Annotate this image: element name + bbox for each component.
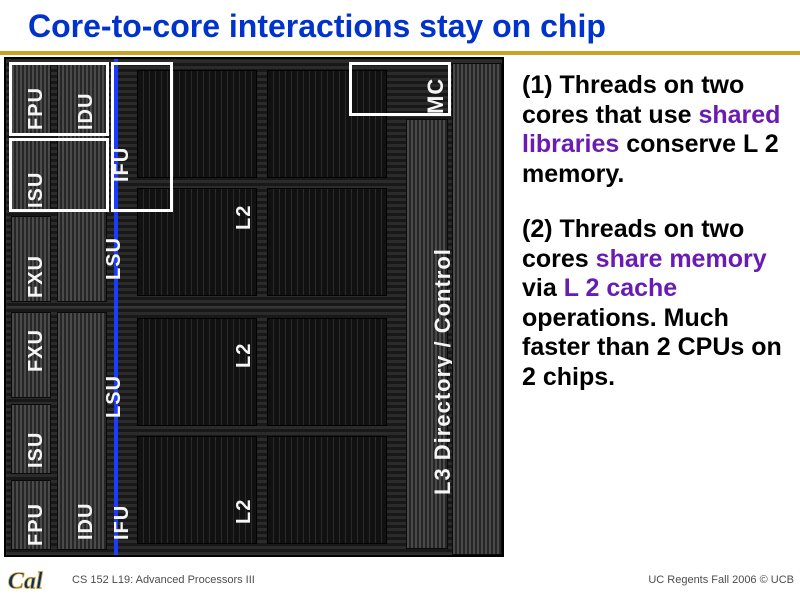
l2-tile <box>137 436 257 544</box>
text-panel: (1) Threads on two cores that use shared… <box>504 57 796 557</box>
point-2-text-c: via <box>522 274 564 302</box>
point-2-text-e: operations. Much faster than 2 CPUs on 2… <box>522 304 782 391</box>
point-2-highlight-2: L 2 cache <box>564 274 678 302</box>
point-2: (2) Threads on two cores share memory vi… <box>522 215 790 392</box>
slide-footer: Cal CS 152 L19: Advanced Processors III … <box>0 562 800 598</box>
fpu-label: FPU <box>25 503 48 546</box>
fpu-label: FPU <box>25 87 48 130</box>
idu-label: IDU <box>75 93 98 130</box>
content-row: FPU ISU FXU IDU IFU LSU L2 MC FPU ISU FX… <box>0 55 800 557</box>
l2-tile <box>267 188 387 296</box>
footer-center: CS 152 L19: Advanced Processors III <box>58 574 648 586</box>
l2-tile <box>267 436 387 544</box>
isu-label: ISU <box>25 172 48 208</box>
slide-title: Core-to-core interactions stay on chip <box>0 0 800 45</box>
l2-label: L2 <box>233 205 256 230</box>
cal-logo: Cal <box>6 562 58 598</box>
lsu-label: LSU <box>103 237 126 280</box>
point-1-number: (1) <box>522 71 553 99</box>
ifu-label: IFU <box>111 505 134 540</box>
l2-tile <box>267 318 387 426</box>
l2-label: L2 <box>233 499 256 524</box>
point-2-highlight-1: share memory <box>596 245 767 273</box>
fxu-label: FXU <box>25 255 48 298</box>
outline-box <box>9 138 109 212</box>
die-photo: FPU ISU FXU IDU IFU LSU L2 MC FPU ISU FX… <box>4 57 504 557</box>
ifu-label: IFU <box>111 147 134 182</box>
svg-text:Cal: Cal <box>8 568 43 595</box>
footer-right: UC Regents Fall 2006 © UCB <box>648 574 794 586</box>
isu-label: ISU <box>25 432 48 468</box>
outline-box <box>111 62 173 212</box>
l2-label: L2 <box>233 343 256 368</box>
point-1: (1) Threads on two cores that use shared… <box>522 71 790 189</box>
right-strip-block <box>452 63 502 555</box>
lsu-label: LSU <box>103 375 126 418</box>
idu-label: IDU <box>75 503 98 540</box>
mc-label: MC <box>423 78 449 114</box>
fxu-label: FXU <box>25 329 48 372</box>
point-2-number: (2) <box>522 215 553 243</box>
l2-tile <box>137 318 257 426</box>
